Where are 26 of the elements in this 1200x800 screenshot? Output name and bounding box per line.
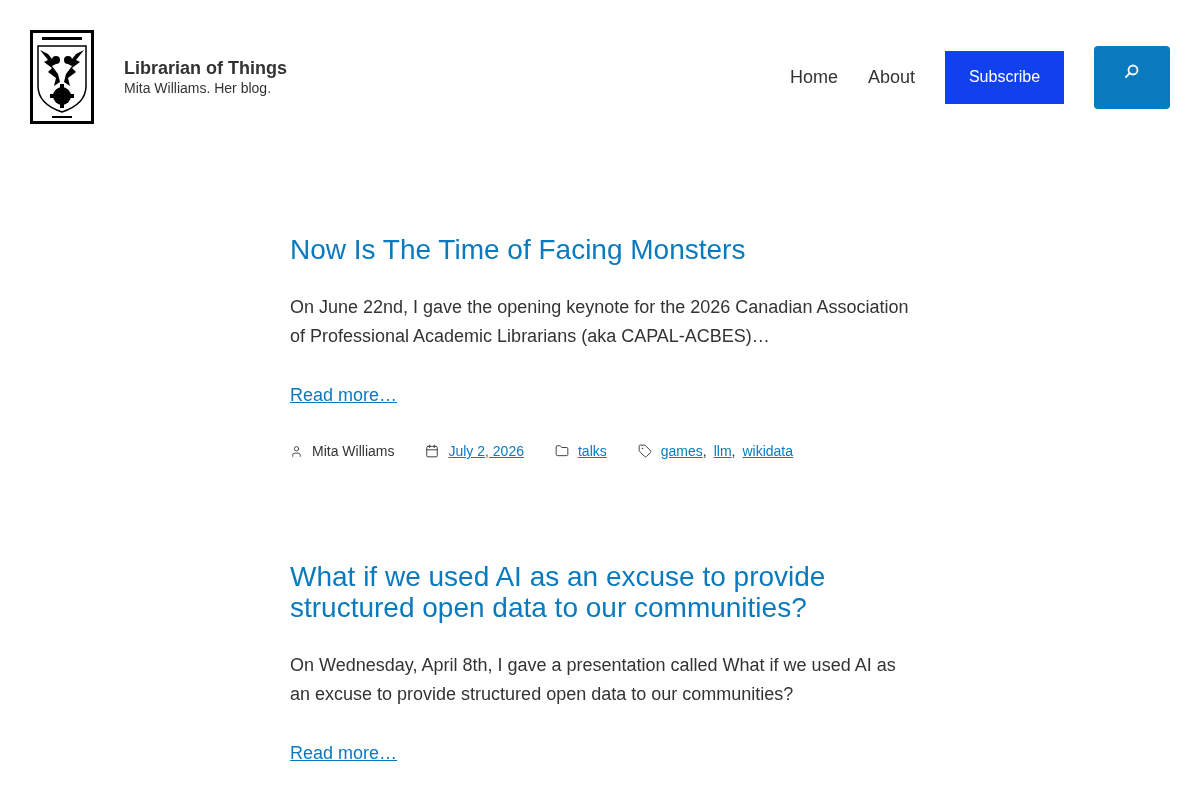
logo-emblem[interactable] bbox=[30, 30, 94, 124]
post-title-link[interactable]: What if we used AI as an excuse to provide structured open data to our communities? bbox=[290, 561, 910, 623]
separator-comma: , bbox=[731, 442, 736, 461]
calendar-icon bbox=[425, 444, 440, 458]
post-excerpt: On Wednesday, April 8th, I gave a presentation called What if we used AI as an excuse to provide structured open data to our communities? bbox=[290, 654, 897, 706]
site-title[interactable]: Librarian of Things bbox=[124, 57, 287, 79]
post-author: Mita Williams bbox=[312, 442, 395, 461]
tag-link[interactable]: wikidata bbox=[742, 441, 794, 461]
site-tagline: Mita Williams. Her blog. bbox=[124, 79, 273, 97]
subscribe-button[interactable]: Subscribe bbox=[945, 50, 1064, 104]
post-excerpt: On June 22nd, I gave the opening keynote for the 2026 Canadian Association of Professional Academic Librarians (aka CAPAL-ACBES)… bbox=[290, 296, 910, 348]
tag-link[interactable]: llm bbox=[713, 441, 732, 461]
read-more-link[interactable]: Read more… bbox=[290, 385, 398, 405]
folder-icon bbox=[554, 444, 569, 458]
post-date-link[interactable]: July 2, 2026 bbox=[448, 441, 524, 461]
search-button[interactable] bbox=[1094, 45, 1170, 109]
tag-link[interactable]: games bbox=[660, 441, 703, 461]
read-more-link[interactable]: Read more… bbox=[290, 743, 398, 763]
nav-link[interactable]: About bbox=[867, 65, 915, 89]
tag-icon bbox=[637, 444, 652, 458]
nav-link[interactable]: Home bbox=[789, 65, 838, 89]
person-icon bbox=[290, 444, 303, 458]
search-icon bbox=[1125, 63, 1139, 78]
post-title-link[interactable]: Now Is The Time of Facing Monsters bbox=[290, 234, 910, 265]
separator-comma: , bbox=[702, 442, 707, 461]
category-link[interactable]: talks bbox=[577, 441, 607, 461]
